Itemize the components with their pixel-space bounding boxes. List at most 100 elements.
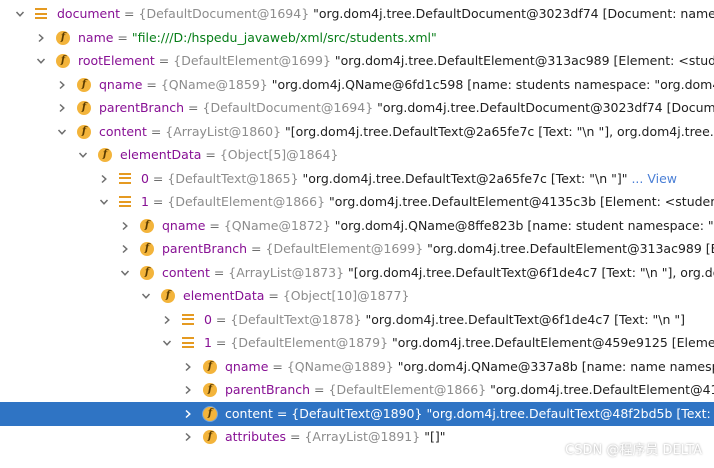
tree-row-0[interactable]: 0 = {DefaultText@1878} "org.dom4j.tree.D… <box>0 308 714 332</box>
chevron-down-icon[interactable] <box>98 190 110 214</box>
chevron-right-icon[interactable] <box>182 402 194 426</box>
chevron-right-icon[interactable] <box>98 167 110 191</box>
tree-row-document[interactable]: document = {DefaultDocument@1694} "org.d… <box>0 2 714 26</box>
variable-type: {DefaultDocument@1694} <box>138 6 310 21</box>
chevron-right-icon[interactable] <box>56 73 68 97</box>
field-icon: f <box>77 77 91 92</box>
variable-name: content <box>225 405 273 421</box>
chevron-right-icon[interactable] <box>119 237 131 261</box>
variable-type: {DefaultDocument@1694} <box>202 100 374 115</box>
variable-type: {DefaultText@1878} <box>230 311 362 327</box>
chevron-right-icon[interactable] <box>182 355 194 379</box>
variable-name: 1 <box>141 194 149 209</box>
tree-row-content[interactable]: f content = {ArrayList@1873} "[org.dom4j.… <box>0 261 714 285</box>
field-icon: f <box>98 148 112 162</box>
chevron-right-icon[interactable] <box>56 96 68 120</box>
chevron-right-icon[interactable] <box>35 26 47 50</box>
chevron-down-icon[interactable] <box>77 143 89 167</box>
chevron-down-icon[interactable] <box>35 49 47 73</box>
variable-value: "org.dom4j.QName@6fd1c598 [name: student… <box>271 76 714 92</box>
variable-name: 1 <box>204 335 212 350</box>
variable-name: attributes <box>225 429 287 444</box>
tree-row-parentbranch[interactable]: f parentBranch = {DefaultElement@1699} "o… <box>0 237 714 261</box>
chevron-down-icon[interactable] <box>119 261 131 285</box>
variable-value: "org.dom4j.tree.DefaultElement@313ac989 … <box>427 241 714 256</box>
tree-row-qname[interactable]: f qname = {QName@1859} "org.dom4j.QName@6… <box>0 73 714 97</box>
variable-type: {ArrayList@1873} <box>228 264 345 280</box>
field-icon: f <box>77 101 91 115</box>
variable-name: 0 <box>141 170 149 186</box>
variable-type: {Object[10]@1877} <box>282 288 410 303</box>
variable-name: parentBranch <box>225 382 311 397</box>
tree-row-elementdata[interactable]: f elementData = {Object[5]@1864} <box>0 143 714 167</box>
variable-value: "[]" <box>424 429 446 444</box>
variable-type: {QName@1859} <box>160 76 268 92</box>
chevron-down-icon[interactable] <box>14 2 26 26</box>
variable-value: "org.dom4j.tree.DefaultDocument@3023df74… <box>377 100 714 115</box>
variable-type: {DefaultElement@1866} <box>167 194 326 209</box>
chevron-right-icon[interactable] <box>182 378 194 402</box>
tree-row-parentbranch[interactable]: f parentBranch = {DefaultElement@1866} "o… <box>0 378 714 402</box>
field-icon: f <box>56 30 70 45</box>
list-icon <box>119 172 131 185</box>
variable-value: "[org.dom4j.tree.DefaultText@2a65fe7c [T… <box>285 123 714 139</box>
variable-value: "file:///D:/hspedu_javaweb/xml/src/stude… <box>131 29 437 45</box>
tree-row-elementdata[interactable]: f elementData = {Object[10]@1877} <box>0 284 714 308</box>
variable-type: {DefaultElement@1699} <box>265 241 424 256</box>
variable-type: {ArrayList@1860} <box>165 123 282 139</box>
chevron-down-icon[interactable] <box>140 284 152 308</box>
tree-row-1[interactable]: 1 = {DefaultElement@1879} "org.dom4j.tre… <box>0 331 714 355</box>
variable-value: "org.dom4j.QName@8ffe823b [name: student… <box>334 217 714 233</box>
variable-type: {ArrayList@1891} <box>304 429 421 444</box>
field-icon: f <box>140 242 154 256</box>
field-icon: f <box>77 124 91 139</box>
list-icon <box>182 337 194 349</box>
variable-type: {DefaultElement@1879} <box>230 335 389 350</box>
variable-value: "org.dom4j.QName@337a8b [name: name name… <box>397 358 714 374</box>
variable-name: content <box>99 123 147 139</box>
tree-row-1[interactable]: 1 = {DefaultElement@1866} "org.dom4j.tre… <box>0 190 714 214</box>
chevron-right-icon[interactable] <box>161 308 173 332</box>
chevron-down-icon[interactable] <box>56 120 68 144</box>
variable-name: parentBranch <box>99 100 185 115</box>
variable-type: {QName@1872} <box>223 217 331 233</box>
variable-type: {DefaultElement@1866} <box>328 382 487 397</box>
variable-value: "org.dom4j.tree.DefaultText@2a65fe7c [Te… <box>302 170 628 186</box>
tree-row-content[interactable]: f content = {DefaultText@1890} "org.dom4j… <box>0 401 714 426</box>
field-icon: f <box>161 289 175 303</box>
variable-type: {DefaultText@1890} <box>291 405 423 421</box>
field-icon: f <box>203 359 217 374</box>
variable-name: parentBranch <box>162 241 248 256</box>
variable-name: qname <box>225 358 269 374</box>
tree-row-parentbranch[interactable]: f parentBranch = {DefaultDocument@1694} "… <box>0 96 714 120</box>
tree-row-0[interactable]: 0 = {DefaultText@1865} "org.dom4j.tree.D… <box>0 167 714 191</box>
view-link[interactable]: ... View <box>627 171 677 186</box>
tree-row-qname[interactable]: f qname = {QName@1872} "org.dom4j.QName@8… <box>0 214 714 238</box>
field-icon: f <box>203 406 217 421</box>
variable-name: qname <box>99 76 143 92</box>
chevron-right-icon[interactable] <box>119 214 131 238</box>
variable-value: "org.dom4j.tree.DefaultText@48f2bd5b [Te… <box>426 405 711 421</box>
tree-row-rootelement[interactable]: f rootElement = {DefaultElement@1699} "or… <box>0 49 714 73</box>
variable-name: qname <box>162 217 206 233</box>
variable-name: rootElement <box>78 53 155 68</box>
variable-name: 0 <box>204 311 212 327</box>
variable-name: content <box>162 264 210 280</box>
variable-value: "[org.dom4j.tree.DefaultText@6f1de4c7 [T… <box>348 264 714 280</box>
field-icon: f <box>56 54 70 68</box>
variable-name: name <box>78 29 114 45</box>
field-icon: f <box>203 383 217 397</box>
tree-row-content[interactable]: f content = {ArrayList@1860} "[org.dom4j.… <box>0 120 714 144</box>
debugger-variables-tree[interactable]: document = {DefaultDocument@1694} "org.d… <box>0 0 714 468</box>
tree-row-name[interactable]: f name = "file:///D:/hspedu_javaweb/xml/s… <box>0 26 714 50</box>
variable-type: {Object[5]@1864} <box>219 147 339 162</box>
list-icon <box>182 313 194 326</box>
tree-row-qname[interactable]: f qname = {QName@1889} "org.dom4j.QName@3… <box>0 355 714 379</box>
chevron-right-icon[interactable] <box>182 425 194 449</box>
variable-value: "org.dom4j.tree.DefaultText@6f1de4c7 [Te… <box>365 311 685 327</box>
chevron-down-icon[interactable] <box>161 331 173 355</box>
variable-type: {DefaultElement@1699} <box>173 53 331 68</box>
watermark: CSDN @程序员 DELTA <box>565 443 702 458</box>
field-icon: f <box>140 218 154 233</box>
variable-value: "org.dom4j.tree.DefaultElement@4135c3b [… <box>329 194 714 209</box>
